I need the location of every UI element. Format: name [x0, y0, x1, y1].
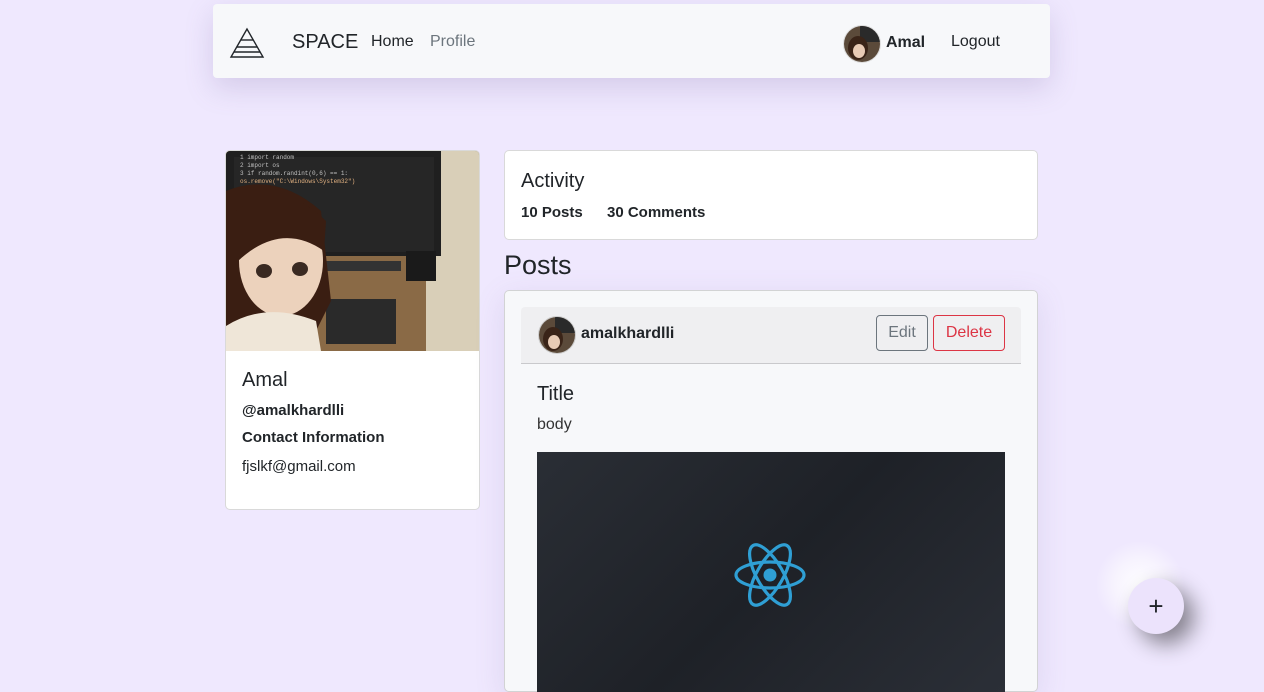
- post-author-avatar[interactable]: [538, 316, 576, 354]
- add-post-button[interactable]: +: [1128, 578, 1184, 634]
- svg-text:3 if random.randint(0,6) == 1: 3 if random.randint(0,6) == 1:: [240, 170, 348, 177]
- posts-heading: Posts: [504, 250, 572, 280]
- post-author-name[interactable]: amalkhardlli: [581, 325, 674, 343]
- post-body: body: [537, 416, 572, 433]
- contact-info-label: Contact Information: [242, 429, 385, 446]
- navbar: SPACE Home Profile Amal Logout: [213, 4, 1050, 78]
- user-avatar[interactable]: [843, 25, 881, 63]
- post-image: [537, 452, 1005, 692]
- posts-count: 10 Posts: [521, 204, 583, 221]
- profile-name: Amal: [242, 369, 288, 391]
- post-card: amalkhardlli Edit Delete Title body: [504, 290, 1038, 692]
- activity-card: Activity 10 Posts 30 Comments: [504, 150, 1038, 240]
- activity-title: Activity: [521, 170, 585, 192]
- nav-link-profile[interactable]: Profile: [430, 33, 475, 51]
- profile-card: 1 import random 2 import os 3 if random.…: [225, 150, 480, 510]
- svg-text:1 import random: 1 import random: [240, 154, 294, 161]
- logout-button[interactable]: Logout: [951, 33, 1000, 51]
- brand-name[interactable]: SPACE: [292, 31, 358, 54]
- svg-text:os.remove("C:\Windows\System32: os.remove("C:\Windows\System32"): [240, 178, 355, 185]
- edit-button[interactable]: Edit: [876, 315, 928, 351]
- post-header: amalkhardlli Edit Delete: [521, 307, 1021, 364]
- delete-button[interactable]: Delete: [933, 315, 1005, 351]
- profile-email: fjslkf@gmail.com: [242, 458, 356, 475]
- react-logo-icon: [734, 543, 806, 607]
- comments-count: 30 Comments: [607, 204, 706, 221]
- nav-link-home[interactable]: Home: [371, 33, 414, 51]
- nav-user-name[interactable]: Amal: [886, 34, 925, 52]
- profile-photo: 1 import random 2 import os 3 if random.…: [226, 151, 479, 351]
- svg-text:2 import os: 2 import os: [240, 162, 280, 169]
- pyramid-logo-icon[interactable]: [229, 27, 265, 59]
- post-title: Title: [537, 383, 575, 405]
- profile-handle: @amalkhardlli: [242, 402, 345, 419]
